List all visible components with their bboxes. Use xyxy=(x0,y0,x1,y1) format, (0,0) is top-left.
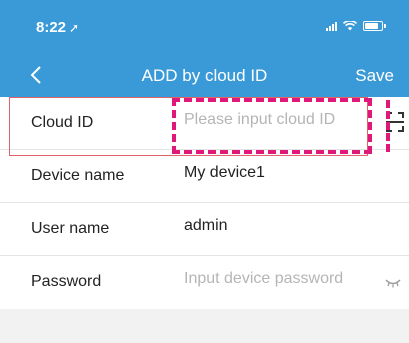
password-input[interactable] xyxy=(184,270,364,288)
cloud-id-input[interactable] xyxy=(184,111,364,129)
device-name-input[interactable] xyxy=(184,164,364,182)
nav-bar: ADD by cloud ID Save xyxy=(0,52,409,97)
location-arrow-icon: ➚ xyxy=(69,21,80,35)
cloud-id-row: Cloud ID xyxy=(0,97,409,150)
user-name-label: User name xyxy=(31,220,110,237)
page-title: ADD by cloud ID xyxy=(141,66,268,85)
battery-icon xyxy=(363,21,386,31)
password-label: Password xyxy=(31,273,102,290)
signal-icon xyxy=(326,21,337,31)
status-icons xyxy=(326,19,386,33)
device-name-row: Device name xyxy=(0,150,409,203)
save-button[interactable]: Save xyxy=(355,66,394,86)
user-name-input[interactable] xyxy=(184,217,364,235)
user-name-row: User name xyxy=(0,203,409,256)
device-name-label: Device name xyxy=(31,167,125,184)
wifi-icon xyxy=(343,21,357,31)
status-time: 8:22 ➚ xyxy=(36,19,79,36)
device-form: Cloud ID Device name User name Password xyxy=(0,97,409,309)
status-bar: 8:22 ➚ xyxy=(0,0,409,52)
cloud-id-label: Cloud ID xyxy=(31,114,94,131)
scan-icon[interactable] xyxy=(386,112,404,132)
status-time-text: 8:22 xyxy=(36,19,67,36)
password-row: Password xyxy=(0,256,409,309)
eye-closed-icon[interactable] xyxy=(384,278,402,288)
